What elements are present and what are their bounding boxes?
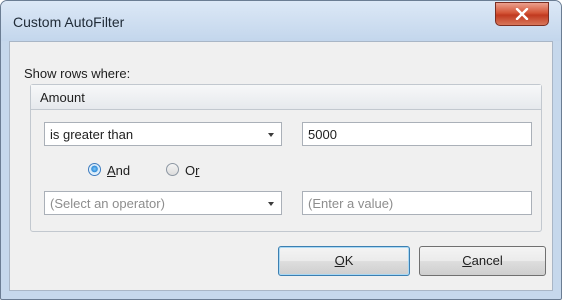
window-title: Custom AutoFilter [13, 14, 125, 30]
close-x-icon [515, 8, 529, 20]
operator-2-placeholder: (Select an operator) [50, 196, 165, 211]
show-rows-label: Show rows where: [24, 66, 131, 81]
value-1-text: 5000 [308, 127, 337, 142]
operator-1-value: is greater than [50, 127, 134, 142]
and-label: And [107, 163, 131, 178]
radio-selected-icon [88, 163, 101, 176]
value-1-input[interactable]: 5000 [302, 122, 532, 146]
group-header: Amount [31, 85, 541, 110]
close-button[interactable] [495, 2, 549, 26]
or-label: Or [185, 163, 200, 178]
operator-2-dropdown[interactable]: (Select an operator) [44, 191, 282, 215]
chevron-down-icon [268, 133, 274, 137]
value-2-input[interactable]: (Enter a value) [302, 191, 532, 215]
ok-button[interactable]: OK [278, 246, 410, 276]
value-2-placeholder: (Enter a value) [308, 196, 394, 211]
group-title: Amount [40, 90, 85, 105]
operator-1-dropdown[interactable]: is greater than [44, 122, 282, 146]
radio-unselected-icon [166, 163, 179, 176]
title-bar[interactable]: Custom AutoFilter [1, 1, 561, 41]
cancel-button[interactable]: Cancel [419, 246, 546, 276]
chevron-down-icon [268, 202, 274, 206]
